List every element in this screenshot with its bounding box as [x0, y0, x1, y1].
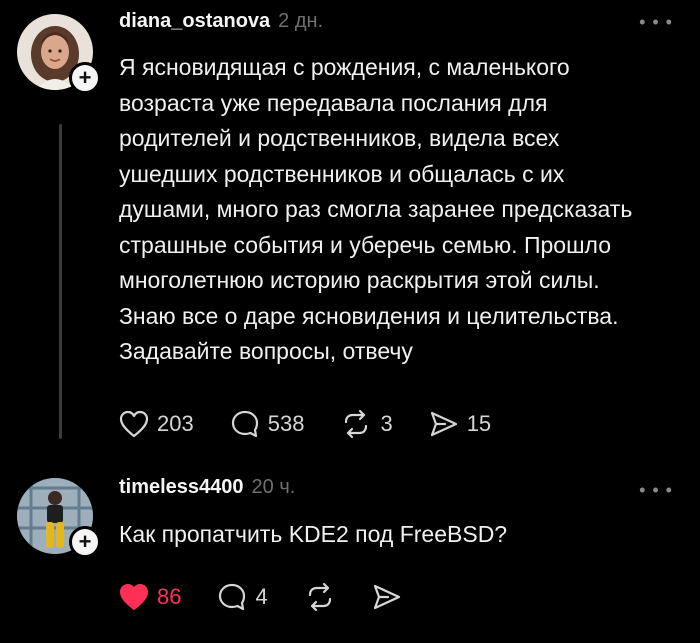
timestamp: 20 ч. [251, 476, 296, 498]
comment-count: 4 [255, 584, 268, 609]
post-actions: 86 4 [119, 580, 438, 614]
post: + timeless4400 20 ч. • • • Как пропатчит… [0, 470, 700, 643]
send-icon [429, 410, 459, 438]
post-header: diana_ostanova 2 дн. [119, 10, 323, 40]
thread-line [59, 124, 62, 439]
comment-button[interactable]: 538 [230, 409, 305, 439]
like-button[interactable]: 86 [119, 583, 181, 611]
avatar-container[interactable]: + [17, 14, 101, 94]
repost-icon [340, 409, 372, 439]
like-count: 203 [157, 411, 194, 436]
username[interactable]: timeless4400 [119, 476, 244, 499]
repost-icon [304, 582, 336, 612]
send-icon [372, 583, 402, 611]
post-header: timeless4400 20 ч. [119, 476, 295, 506]
post-text: Я ясновидящая с рождения, с маленького в… [119, 54, 633, 364]
comment-button[interactable]: 4 [217, 582, 268, 612]
follow-plus-icon[interactable]: + [69, 62, 101, 94]
heart-icon [119, 583, 149, 611]
avatar-container[interactable]: + [17, 478, 101, 558]
comment-count: 538 [267, 411, 305, 436]
comment-bubble-icon [230, 409, 260, 439]
post-actions: 203 538 3 15 [119, 407, 527, 441]
comment-bubble-icon [217, 582, 247, 612]
username[interactable]: diana_ostanova [119, 10, 270, 33]
repost-count: 3 [380, 411, 393, 436]
like-button[interactable]: 203 [119, 410, 194, 438]
like-count: 86 [157, 584, 182, 609]
follow-plus-icon[interactable]: + [69, 526, 101, 558]
more-horizontal-icon[interactable]: • • • [639, 12, 673, 33]
share-button[interactable]: 15 [429, 410, 491, 438]
post-text: Как пропатчить KDE2 под FreeBSD? [119, 521, 508, 547]
share-count: 15 [466, 411, 492, 436]
repost-button[interactable]: 3 [340, 409, 393, 439]
share-button[interactable] [372, 583, 402, 611]
repost-button[interactable] [304, 582, 336, 612]
heart-icon [119, 410, 149, 438]
more-horizontal-icon[interactable]: • • • [639, 480, 673, 501]
post: + diana_ostanova 2 дн. • • • Я ясновидящ… [0, 0, 700, 470]
timestamp: 2 дн. [278, 10, 324, 32]
